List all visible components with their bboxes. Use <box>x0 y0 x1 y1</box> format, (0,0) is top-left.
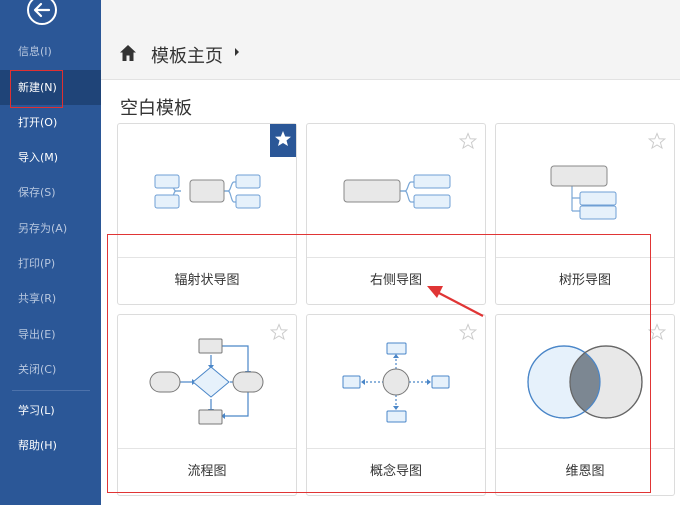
section-title: 空白模板 <box>120 98 192 119</box>
main-panel: 模板主页 空白模板 辐射状导图 右侧导图 树形导图 流程图 概念导图 维恩图 <box>101 0 680 505</box>
sidebar-item-help[interactable]: 帮助(H) <box>0 428 101 463</box>
breadcrumb-title[interactable]: 模板主页 <box>151 42 223 68</box>
sidebar-item-learn[interactable]: 学习(L) <box>0 393 101 428</box>
sidebar-item-new[interactable]: 新建(N) <box>0 70 101 108</box>
sidebar-item-export[interactable]: 导出(E) <box>0 317 101 352</box>
sidebar-item-info[interactable]: 信息(I) <box>0 34 101 69</box>
card-label: 概念导图 <box>369 464 422 479</box>
sidebar: 信息(I) 新建(N) 打开(O) 导入(M) 保存(S) 另存为(A) 打印(… <box>0 0 101 505</box>
sidebar-item-close[interactable]: 关闭(C) <box>0 352 101 387</box>
caret-right-icon <box>235 48 239 56</box>
star-icon[interactable] <box>459 323 477 341</box>
highlight-box <box>10 70 63 108</box>
template-card-venn[interactable]: 维恩图 <box>495 314 675 496</box>
card-label: 树形导图 <box>558 273 611 288</box>
template-card-tree-map[interactable]: 树形导图 <box>495 123 675 305</box>
sidebar-item-import[interactable]: 导入(M) <box>0 140 101 175</box>
star-icon[interactable] <box>270 323 288 341</box>
sidebar-item-print[interactable]: 打印(P) <box>0 246 101 281</box>
sidebar-item-save[interactable]: 保存(S) <box>0 175 101 210</box>
star-icon[interactable] <box>648 132 666 150</box>
card-label: 维恩图 <box>565 464 605 479</box>
card-label: 流程图 <box>187 464 227 479</box>
sidebar-item-save-as[interactable]: 另存为(A) <box>0 211 101 246</box>
sidebar-divider <box>12 390 90 391</box>
card-label: 右侧导图 <box>369 273 422 288</box>
back-arrow-icon[interactable] <box>26 0 58 26</box>
template-card-radial[interactable]: 辐射状导图 <box>117 123 297 305</box>
template-card-concept-map[interactable]: 概念导图 <box>306 314 486 496</box>
sidebar-item-share[interactable]: 共享(R) <box>0 281 101 316</box>
sidebar-item-open[interactable]: 打开(O) <box>0 105 101 140</box>
card-label: 辐射状导图 <box>174 273 240 288</box>
star-icon[interactable] <box>648 323 666 341</box>
star-icon[interactable] <box>459 132 477 150</box>
template-card-flowchart[interactable]: 流程图 <box>117 314 297 496</box>
template-card-right-map[interactable]: 右侧导图 <box>306 123 486 305</box>
home-icon[interactable] <box>119 44 137 62</box>
favorite-star-icon[interactable] <box>270 124 296 157</box>
header-bar: 模板主页 <box>101 0 680 80</box>
